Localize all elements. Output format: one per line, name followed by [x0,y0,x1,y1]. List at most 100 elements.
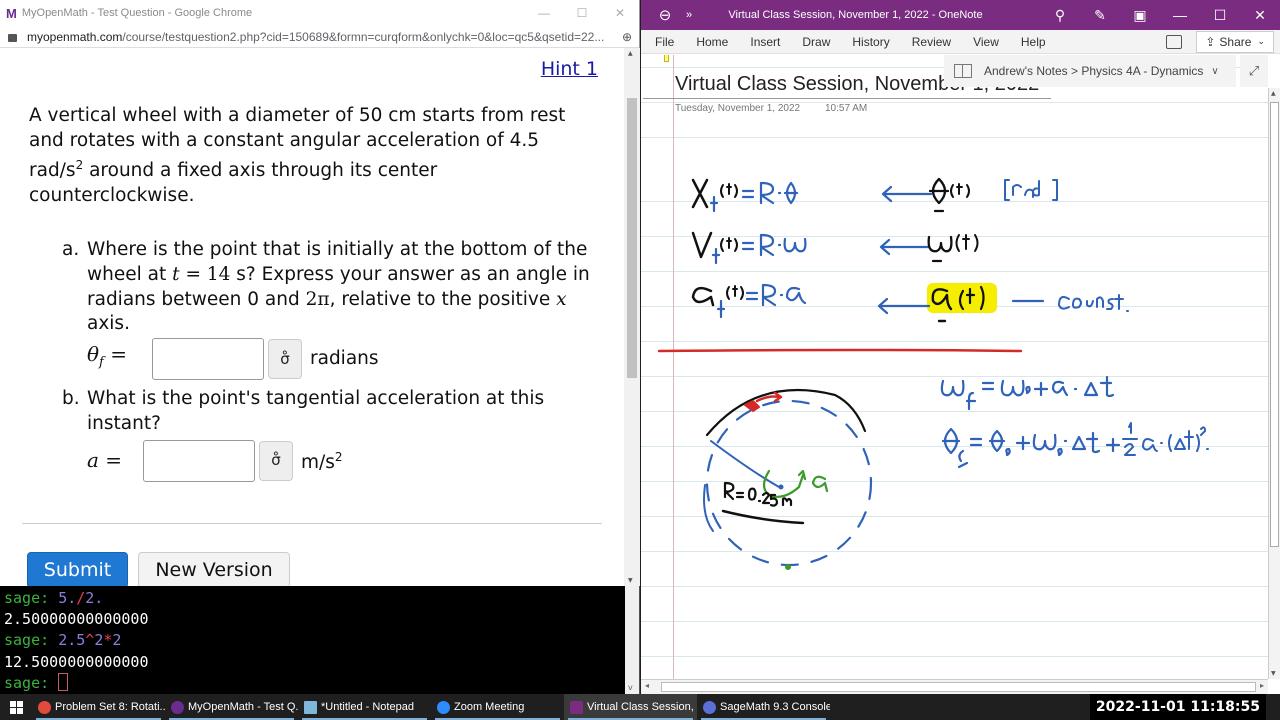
expand-icon[interactable]: ⤢ [1240,55,1268,87]
minimize-button[interactable]: — [525,0,563,26]
notebook-breadcrumb[interactable]: Andrew's Notes > Physics 4A - Dynamics ∨ [944,55,1236,87]
sage-prompt: sage: [4,673,59,692]
acceleration-input[interactable] [143,439,255,482]
sage-input-line: sage: 2.5^2*2 [4,630,149,651]
immersive-reader-icon[interactable]: ▣ [1120,7,1160,24]
red-separator-line [657,348,1023,353]
ink-eq5 [941,422,1209,469]
taskbar-item-chrome[interactable]: Problem Set 8: Rotati... [32,694,165,720]
sage-output: sage: 5./2. 2.50000000000000 sage: 2.5^2*2… [4,588,149,694]
taskbar-item-onenote[interactable]: Virtual Class Session, ... [564,694,697,720]
ink-stroke [927,235,953,263]
scroll-right-icon[interactable]: ▸ [1260,681,1264,690]
green-bottom-point [785,564,791,570]
search-icon[interactable]: ⚲ [1040,7,1080,24]
taskbar-item-notepad[interactable]: *Untitled - Notepad [298,694,431,720]
scroll-down-icon[interactable]: ▼ [628,577,633,584]
alpha-arrow [762,469,807,498]
taskbar-item-label: *Untitled - Notepad [321,701,414,713]
submit-button[interactable]: Submit [27,552,128,586]
desktop: M MyOpenMath - Test Question - Google Ch… [0,0,1280,720]
myopenmath-logo-icon: M [6,5,17,21]
menu-file[interactable]: File [641,35,685,49]
arrow-left-icon [881,185,933,203]
answer-row-b: a = σ̊ m/s2 [87,439,592,483]
menu-history[interactable]: History [841,35,900,49]
a-symbol: a [87,448,99,473]
ink-stroke [745,291,759,301]
acceleration-unit: m/s2 [301,445,343,476]
taskbar-item-myopenmath[interactable]: MyOpenMath - Test Q... [165,694,298,720]
maximize-button[interactable]: ☐ [1200,7,1240,24]
text-cursor[interactable] [58,672,69,691]
page-scrollbar[interactable]: ▲ ▼ [624,48,640,586]
sage-console[interactable]: sage: 5./2. 2.50000000000000 sage: 2.5^2*2… [0,586,640,694]
ink-stroke [761,283,807,307]
windows-start-icon[interactable] [0,694,32,720]
x-var: x [556,288,567,310]
menu-insert[interactable]: Insert [739,35,791,49]
math-entry-key-icon[interactable]: σ̊ [259,440,293,481]
ink-stroke [965,391,977,411]
scroll-up-icon[interactable]: ▲ [1271,90,1276,97]
arrow-left-icon [877,297,931,315]
math-entry-key-icon[interactable]: σ̊ [268,339,302,380]
ink-stroke [955,234,979,252]
ink-eq3 [691,283,1129,323]
close-button[interactable]: ✕ [601,0,639,26]
close-button[interactable]: ✕ [1240,7,1280,24]
ink-stroke [741,241,755,251]
answer-row-a: θf = σ̊ radians [87,337,592,381]
sage-token: 2.5 [58,631,86,650]
scroll-left-icon[interactable]: ◂ [645,681,649,690]
back-icon[interactable]: ⊖ [653,3,677,27]
notebook-icon[interactable] [1166,34,1183,49]
url-host: myopenmath.com [27,29,123,44]
menu-review[interactable]: Review [901,35,962,49]
sage-token: 5. [58,589,77,607]
scrollbar-thumb[interactable] [627,98,637,378]
horizontal-scrollbar[interactable]: ◂ ▸ [641,679,1268,694]
scroll-up-icon[interactable]: ▲ [628,50,633,57]
scrollbar-thumb[interactable] [1270,102,1279,547]
taskbar-item-label: MyOpenMath - Test Q... [188,701,298,713]
taskbar-item-zoom[interactable]: Zoom Meeting [431,694,564,720]
minimize-button[interactable]: — [1160,7,1200,23]
vertical-scrollbar[interactable]: ▲ ▼ [1268,88,1280,679]
ink-stroke [741,189,755,199]
chrome-window: M MyOpenMath - Test Question - Google Ch… [0,0,640,586]
theta-f-input[interactable] [152,338,264,381]
sage-prompt: sage: [4,589,59,607]
ink-stroke [1058,294,1129,312]
new-version-button[interactable]: New Version [138,552,290,586]
share-button[interactable]: ⇪ Share ⌄ [1196,30,1274,53]
more-icon[interactable]: » [677,9,701,21]
scroll-down-icon[interactable]: ▼ [1271,670,1276,677]
menu-view[interactable]: View [962,35,1010,49]
question-page: Hint 1 A vertical wheel with a diameter … [0,48,624,586]
pen-icon[interactable]: ✎ [1080,7,1120,24]
zoom-magnifier-icon[interactable]: ⊕ [615,30,639,44]
scroll-down-icon[interactable]: v [628,683,633,692]
note-canvas[interactable]: Virtual Class Session, November 1, 2022 … [641,55,1268,679]
sage-scrollbar[interactable]: v [625,586,639,694]
ink-stroke [950,183,970,198]
ink-eq1 [691,177,1058,213]
ink-stroke [940,379,965,397]
address-bar[interactable]: myopenmath.com/course/testquestion2.php?… [0,26,639,48]
sage-input-line: sage: [4,672,149,694]
sagemath-icon [703,700,716,714]
menu-help[interactable]: Help [1010,35,1057,49]
breadcrumb-text: Andrew's Notes > Physics 4A - Dynamics [984,64,1204,78]
sage-token: ^ [85,631,95,650]
onenote-window: ⊖ » Virtual Class Session, November 1, 2… [641,0,1280,694]
menu-draw[interactable]: Draw [791,35,841,49]
onenote-icon [570,700,583,714]
menu-home[interactable]: Home [685,35,739,49]
taskbar-item-sagemath[interactable]: SageMath 9.3 Console [697,694,830,720]
maximize-button[interactable]: ☐ [563,0,601,26]
ink-stroke [928,177,950,213]
hint-link[interactable]: Hint 1 [541,58,598,80]
scrollbar-thumb[interactable] [661,682,1256,692]
part-a: a. Where is the point that is initially … [62,238,592,337]
